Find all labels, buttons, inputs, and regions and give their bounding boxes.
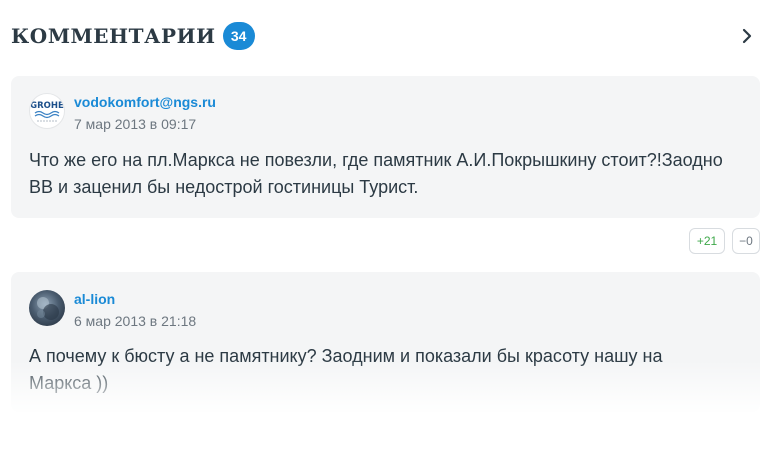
upvote-button[interactable]: +21 (689, 228, 725, 254)
downvote-button[interactable]: −0 (732, 228, 760, 254)
comment-date: 6 мар 2013 в 21:18 (74, 313, 197, 329)
chevron-right-icon[interactable] (737, 26, 757, 46)
avatar-logo-text: GROHE (30, 101, 64, 111)
comment-text: А почему к бюсту а не памятнику? Заодним… (29, 346, 663, 393)
comments-header: КОММЕНТАРИИ 34 (11, 18, 763, 54)
avatar[interactable] (29, 290, 65, 326)
comment-author-link[interactable]: vodokomfort@ngs.ru (74, 94, 216, 110)
user-photo-icon (37, 297, 59, 320)
avatar[interactable]: GROHE (29, 93, 65, 129)
comment-author-link[interactable]: al-lion (74, 291, 115, 307)
comment-card: al-lion 6 мар 2013 в 21:18 А почему к бю… (11, 272, 760, 412)
comment-card: GROHE vodokomfort@ngs.ru 7 мар 2013 в 09… (11, 76, 760, 218)
comments-section: КОММЕНТАРИИ 34 GROHE vodokomfort@ngs.ru … (0, 0, 784, 450)
comments-title: КОММЕНТАРИИ (11, 24, 216, 48)
comment-date: 7 мар 2013 в 09:17 (74, 116, 197, 132)
comment-text: Что же его на пл.Маркса не повезли, где … (29, 150, 723, 197)
comments-count-badge: 34 (222, 22, 255, 50)
grohe-logo-icon: GROHE (30, 101, 64, 122)
